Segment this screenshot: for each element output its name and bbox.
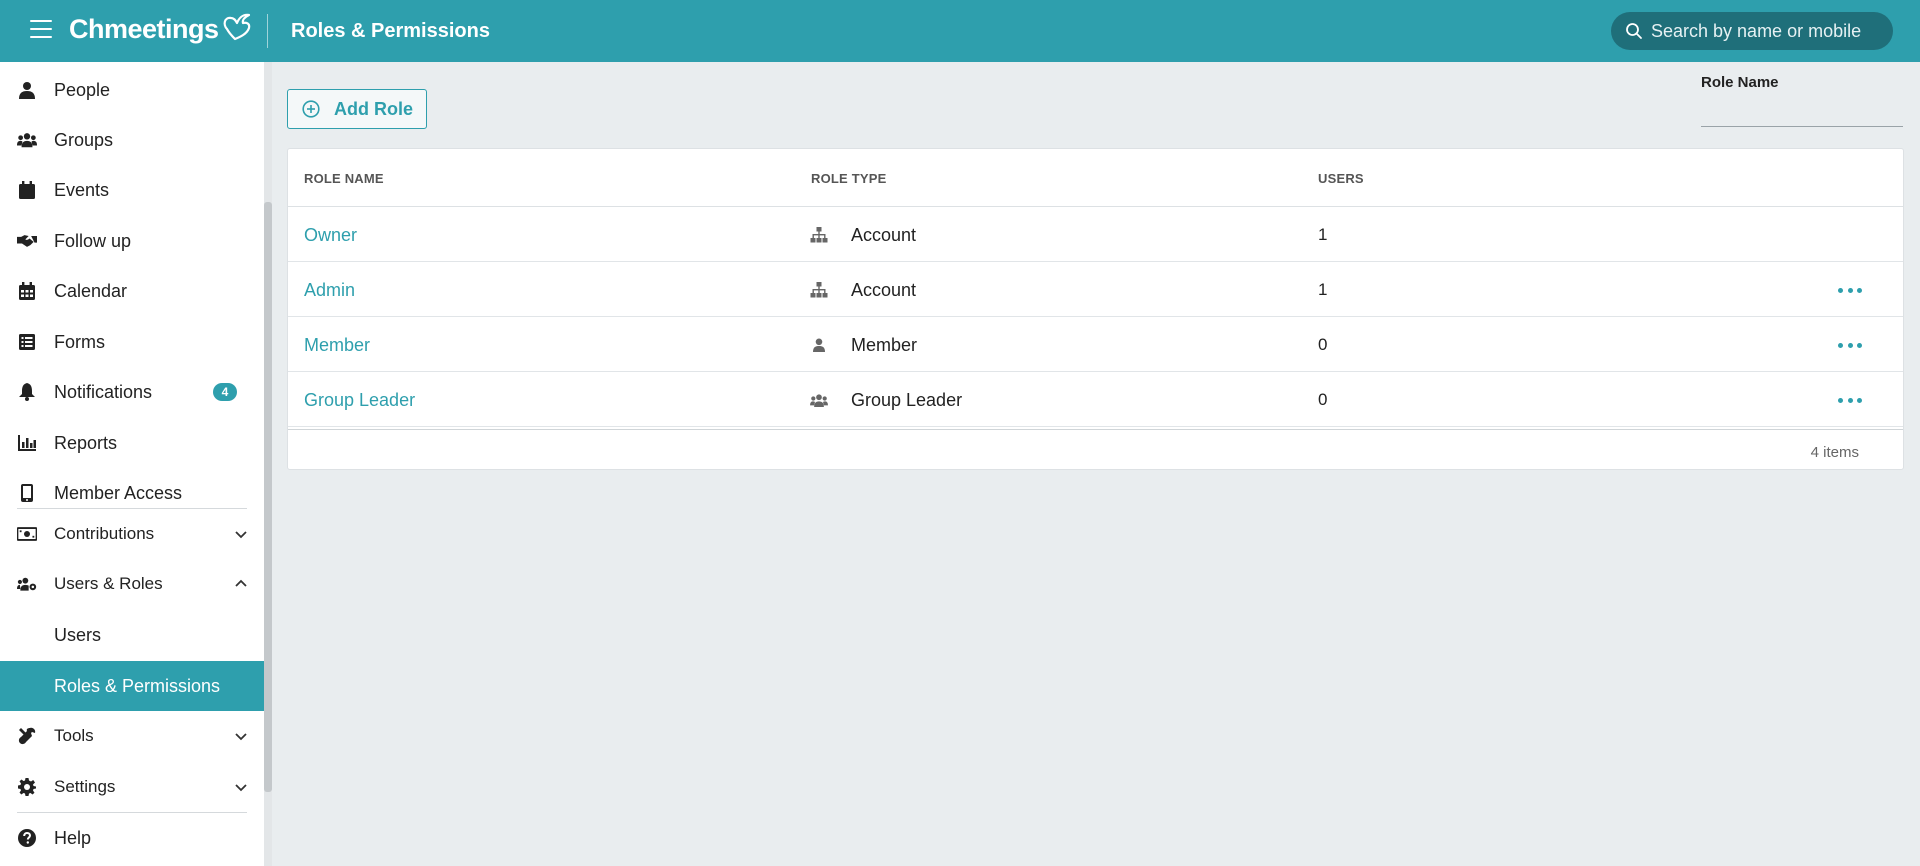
users-icon: [17, 130, 37, 150]
role-type: Member: [851, 335, 918, 355]
role-type: Account: [851, 225, 917, 245]
table-header: ROLE NAME ROLE TYPE USERS: [288, 149, 1903, 207]
add-role-button[interactable]: Add Role: [287, 89, 427, 129]
sidebar-item-label: Follow up: [54, 230, 132, 251]
chevron-down-icon: [235, 784, 247, 792]
brand-name: Chmeetings: [69, 14, 219, 44]
table-row: Owner Account 1: [288, 207, 1903, 262]
search-icon: [1626, 23, 1642, 39]
sidebar-item-contributions[interactable]: Contributions: [0, 509, 266, 559]
bar-chart-icon: [17, 433, 37, 453]
row-actions-more-icon[interactable]: [1838, 394, 1862, 406]
sitemap-icon: [810, 227, 828, 243]
search-input[interactable]: [1651, 20, 1891, 42]
sidebar-item-settings[interactable]: Settings: [0, 762, 266, 812]
role-name-filter-underline: [1701, 126, 1903, 127]
sidebar-item-label: Settings: [54, 777, 116, 796]
role-type: Group Leader: [851, 390, 963, 410]
column-header-role-name[interactable]: ROLE NAME: [304, 171, 384, 186]
sidebar-item-label: Reports: [54, 432, 118, 453]
sidebar-item-label: Calendar: [54, 280, 128, 301]
sidebar-item-users-roles[interactable]: Users & Roles: [0, 559, 266, 609]
gear-icon: [17, 777, 37, 797]
money-icon: [17, 524, 37, 544]
person-icon: [17, 80, 37, 100]
page-title: Roles & Permissions: [291, 20, 490, 42]
chevron-down-icon: [235, 531, 247, 539]
sidebar-item-label: Events: [54, 179, 110, 200]
sidebar-item-label: Groups: [54, 129, 114, 150]
question-icon: [17, 828, 37, 848]
sidebar-item-label: Member Access: [54, 482, 183, 503]
sidebar-item-reports[interactable]: Reports: [0, 418, 266, 468]
items-count: 4 items: [1810, 444, 1859, 461]
sidebar-scrollbar[interactable]: [264, 62, 272, 866]
role-name-link[interactable]: Admin: [304, 280, 355, 301]
person-icon: [810, 337, 828, 353]
sidebar-item-events[interactable]: Events: [0, 165, 266, 215]
role-name-filter-label: Role Name: [1701, 74, 1779, 91]
users-count: 0: [1318, 390, 1328, 409]
sidebar-item-label: Notifications: [54, 381, 153, 402]
column-header-role-type[interactable]: ROLE TYPE: [811, 171, 886, 186]
sitemap-icon: [810, 282, 828, 298]
table-footer-divider: [288, 429, 1903, 430]
logo-heart-icon: [223, 13, 250, 40]
role-type: Account: [851, 280, 917, 300]
sidebar-item-forms[interactable]: Forms: [0, 317, 266, 367]
sidebar-item-tools[interactable]: Tools: [0, 711, 266, 761]
search-box[interactable]: [1611, 12, 1893, 50]
sidebar-item-label: Contributions: [54, 524, 155, 543]
role-name-link[interactable]: Owner: [304, 225, 357, 246]
sidebar-item-label: Roles & Permissions: [54, 675, 221, 696]
brand-logo[interactable]: Chmeetings: [69, 13, 253, 45]
sidebar-item-label: People: [54, 79, 111, 100]
sidebar-item-label: Users: [54, 624, 102, 645]
row-actions-more-icon[interactable]: [1838, 284, 1862, 296]
notification-count-badge: 4: [213, 383, 237, 401]
sidebar-scroll-thumb[interactable]: [264, 202, 272, 792]
sidebar-item-notifications[interactable]: Notifications 4: [0, 367, 266, 417]
roles-table: ROLE NAME ROLE TYPE USERS Owner Account …: [287, 148, 1904, 470]
users-count: 1: [1318, 280, 1328, 299]
sidebar-item-people[interactable]: People: [0, 65, 266, 115]
add-circle-icon: [302, 100, 320, 118]
sidebar-item-help[interactable]: Help: [0, 813, 266, 863]
sidebar-item-users[interactable]: Users: [0, 610, 266, 660]
hamburger-menu-icon[interactable]: [30, 20, 52, 40]
users-icon: [810, 392, 828, 408]
sidebar-item-label: Help: [54, 827, 92, 848]
sidebar-item-label: Forms: [54, 331, 105, 352]
row-actions-more-icon[interactable]: [1838, 339, 1862, 351]
calendar-grid-icon: [17, 281, 37, 301]
sidebar: People Groups Events Follow up Calendar …: [0, 62, 266, 866]
table-row: Admin Account 1: [288, 262, 1903, 317]
sidebar-item-calendar[interactable]: Calendar: [0, 266, 266, 316]
sidebar-item-groups[interactable]: Groups: [0, 115, 266, 165]
users-count: 1: [1318, 225, 1328, 244]
table-row: Member Member 0: [288, 317, 1903, 372]
sidebar-item-label: Tools: [54, 726, 94, 745]
sidebar-item-label: Users & Roles: [54, 574, 163, 593]
table-row: Group Leader Group Leader 0: [288, 372, 1903, 427]
list-icon: [17, 332, 37, 352]
role-name-link[interactable]: Member: [304, 335, 370, 356]
role-name-filter-input[interactable]: [1701, 96, 1903, 124]
tools-icon: [17, 726, 37, 746]
role-name-link[interactable]: Group Leader: [304, 390, 415, 411]
chevron-up-icon: [235, 579, 247, 587]
column-header-users[interactable]: USERS: [1318, 171, 1364, 186]
users-cog-icon: [17, 574, 37, 594]
header-divider: [267, 14, 268, 48]
handshake-icon: [17, 231, 37, 251]
bell-icon: [17, 382, 37, 402]
chevron-down-icon: [235, 733, 247, 741]
top-bar: Chmeetings Roles & Permissions: [0, 0, 1920, 62]
sidebar-item-follow-up[interactable]: Follow up: [0, 216, 266, 266]
calendar-icon: [17, 180, 37, 200]
sidebar-item-roles-permissions[interactable]: Roles & Permissions: [0, 661, 266, 711]
add-role-label: Add Role: [334, 98, 413, 119]
users-count: 0: [1318, 335, 1328, 354]
mobile-icon: [17, 483, 37, 503]
